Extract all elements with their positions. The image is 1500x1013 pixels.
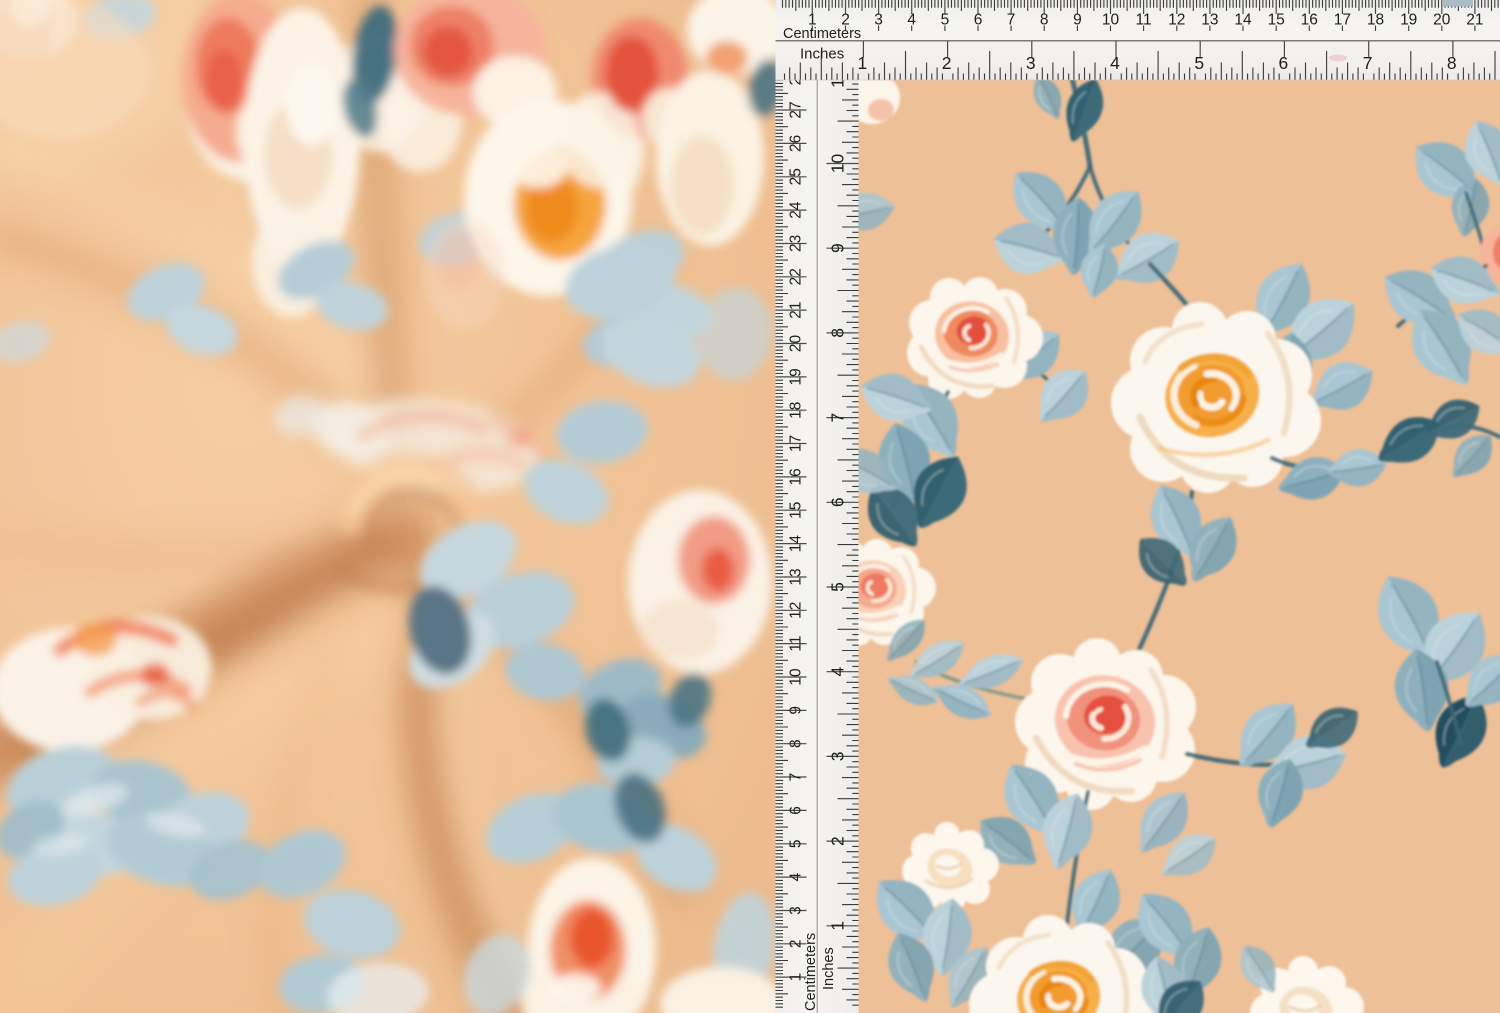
svg-text:15: 15 bbox=[1268, 12, 1285, 29]
svg-text:20: 20 bbox=[1433, 12, 1451, 29]
svg-text:26: 26 bbox=[788, 135, 805, 152]
svg-text:9: 9 bbox=[788, 706, 805, 715]
svg-text:Centimeters: Centimeters bbox=[803, 933, 819, 1011]
svg-text:2: 2 bbox=[788, 939, 805, 948]
svg-text:24: 24 bbox=[788, 201, 805, 219]
svg-text:4: 4 bbox=[788, 872, 805, 881]
svg-text:10: 10 bbox=[788, 668, 805, 686]
svg-text:7: 7 bbox=[1363, 53, 1373, 73]
svg-text:9: 9 bbox=[828, 243, 848, 253]
svg-text:11: 11 bbox=[1136, 12, 1152, 29]
svg-text:17: 17 bbox=[788, 435, 805, 452]
svg-text:6: 6 bbox=[974, 12, 983, 29]
svg-text:22: 22 bbox=[788, 268, 805, 285]
svg-text:5: 5 bbox=[1194, 53, 1204, 73]
svg-text:17: 17 bbox=[1334, 12, 1351, 29]
svg-text:1: 1 bbox=[828, 921, 848, 931]
svg-text:16: 16 bbox=[1301, 12, 1318, 29]
svg-text:19: 19 bbox=[1400, 12, 1417, 29]
svg-text:15: 15 bbox=[788, 502, 805, 519]
svg-text:4: 4 bbox=[1110, 53, 1120, 73]
svg-text:5: 5 bbox=[788, 839, 805, 848]
svg-text:27: 27 bbox=[788, 101, 805, 118]
svg-text:4: 4 bbox=[828, 667, 848, 677]
svg-text:23: 23 bbox=[788, 235, 805, 252]
svg-text:12: 12 bbox=[788, 602, 805, 619]
svg-text:21: 21 bbox=[788, 301, 805, 318]
svg-text:3: 3 bbox=[874, 12, 883, 29]
svg-text:Inches: Inches bbox=[800, 46, 844, 63]
svg-text:19: 19 bbox=[788, 368, 805, 385]
svg-text:14: 14 bbox=[788, 535, 805, 553]
svg-text:1: 1 bbox=[858, 53, 868, 73]
svg-text:7: 7 bbox=[1007, 12, 1016, 29]
svg-text:3: 3 bbox=[788, 906, 805, 915]
svg-text:7: 7 bbox=[828, 413, 848, 423]
svg-text:11: 11 bbox=[788, 636, 805, 652]
svg-text:13: 13 bbox=[788, 568, 805, 585]
svg-text:25: 25 bbox=[788, 168, 805, 185]
svg-text:14: 14 bbox=[1234, 12, 1252, 29]
svg-text:4: 4 bbox=[907, 12, 916, 29]
svg-text:2: 2 bbox=[828, 836, 848, 846]
svg-text:6: 6 bbox=[788, 806, 805, 815]
svg-text:6: 6 bbox=[828, 497, 848, 507]
svg-text:10: 10 bbox=[1102, 12, 1120, 29]
svg-text:8: 8 bbox=[788, 739, 805, 748]
svg-text:8: 8 bbox=[1040, 12, 1049, 29]
svg-text:18: 18 bbox=[1367, 12, 1384, 29]
svg-text:6: 6 bbox=[1279, 53, 1289, 73]
svg-text:18: 18 bbox=[788, 402, 805, 419]
svg-text:7: 7 bbox=[788, 773, 805, 782]
svg-text:13: 13 bbox=[1201, 12, 1218, 29]
svg-text:16: 16 bbox=[788, 468, 805, 485]
svg-text:20: 20 bbox=[788, 335, 805, 353]
svg-text:12: 12 bbox=[1168, 12, 1185, 29]
svg-text:Centimeters: Centimeters bbox=[783, 26, 861, 42]
svg-text:21: 21 bbox=[1466, 12, 1483, 29]
svg-text:Inches: Inches bbox=[821, 947, 837, 990]
svg-text:8: 8 bbox=[828, 328, 848, 338]
svg-text:2: 2 bbox=[942, 53, 952, 73]
svg-text:5: 5 bbox=[941, 12, 950, 29]
svg-text:3: 3 bbox=[1026, 53, 1036, 73]
svg-text:9: 9 bbox=[1073, 12, 1082, 29]
svg-text:1: 1 bbox=[788, 973, 805, 982]
svg-text:5: 5 bbox=[828, 582, 848, 592]
svg-text:10: 10 bbox=[828, 154, 848, 174]
svg-text:3: 3 bbox=[828, 752, 848, 762]
svg-text:8: 8 bbox=[1447, 53, 1457, 73]
